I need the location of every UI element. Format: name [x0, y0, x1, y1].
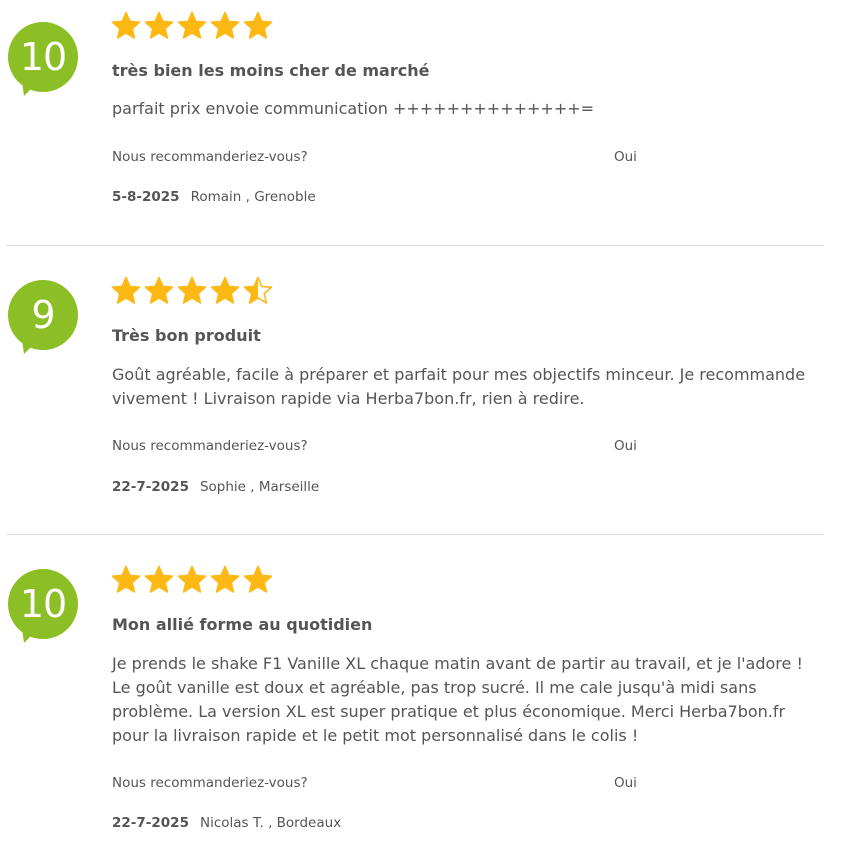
- star-filled-icon: [111, 565, 141, 593]
- score-bubble: 10: [8, 22, 78, 106]
- star-filled-icon: [243, 11, 273, 39]
- star-filled-icon: [111, 276, 141, 304]
- review-body: Je prends le shake F1 Vanille XL chaque …: [112, 654, 803, 745]
- review-date: 5-8-2025: [112, 189, 180, 205]
- recommend-question: Nous recommanderiez-vous?: [112, 438, 308, 454]
- star-filled-icon: [111, 11, 141, 39]
- star-filled-icon: [177, 11, 207, 39]
- score-value: 10: [19, 582, 67, 626]
- reviews-list: 10 très bien les moins cher de marché pa…: [0, 0, 867, 859]
- score-bubble: 9: [8, 280, 78, 364]
- review-meta: 5-8-2025 Romain , Grenoble: [112, 189, 316, 205]
- divider: [6, 534, 824, 535]
- score-bubble: 10: [8, 569, 78, 653]
- recommend-question: Nous recommanderiez-vous?: [112, 775, 308, 791]
- star-rating: [111, 565, 273, 595]
- star-filled-icon: [144, 565, 174, 593]
- recommend-answer: Oui: [614, 438, 637, 454]
- recommend-question: Nous recommanderiez-vous?: [112, 149, 308, 165]
- review-meta: 22-7-2025 Nicolas T. , Bordeaux: [112, 815, 341, 831]
- recommend-answer: Oui: [614, 149, 637, 165]
- review-meta: 22-7-2025 Sophie , Marseille: [112, 479, 319, 495]
- review-title: Mon allié forme au quotidien: [112, 615, 373, 634]
- review-date: 22-7-2025: [112, 815, 189, 831]
- review-body: parfait prix envoie communication ++++++…: [112, 99, 595, 118]
- star-filled-icon: [177, 565, 207, 593]
- star-filled-icon: [144, 11, 174, 39]
- review-title: très bien les moins cher de marché: [112, 61, 430, 80]
- star-filled-icon: [210, 276, 240, 304]
- star-filled-icon: [243, 565, 273, 593]
- star-rating: [111, 276, 273, 306]
- review-author: Sophie , Marseille: [199, 479, 320, 495]
- review-date: 22-7-2025: [112, 479, 189, 495]
- score-value: 10: [19, 35, 67, 79]
- score-value: 9: [31, 293, 55, 337]
- review-title: Très bon produit: [112, 326, 261, 345]
- star-half-icon: [243, 276, 273, 304]
- star-filled-icon: [210, 565, 240, 593]
- star-rating: [111, 11, 273, 41]
- recommend-answer: Oui: [614, 775, 637, 791]
- star-filled-icon: [177, 276, 207, 304]
- review-author: Romain , Grenoble: [190, 189, 316, 205]
- review-author: Nicolas T. , Bordeaux: [199, 815, 342, 831]
- review-body: Goût agréable, facile à préparer et parf…: [112, 365, 806, 408]
- divider: [6, 245, 824, 246]
- star-filled-icon: [144, 276, 174, 304]
- star-filled-icon: [210, 11, 240, 39]
